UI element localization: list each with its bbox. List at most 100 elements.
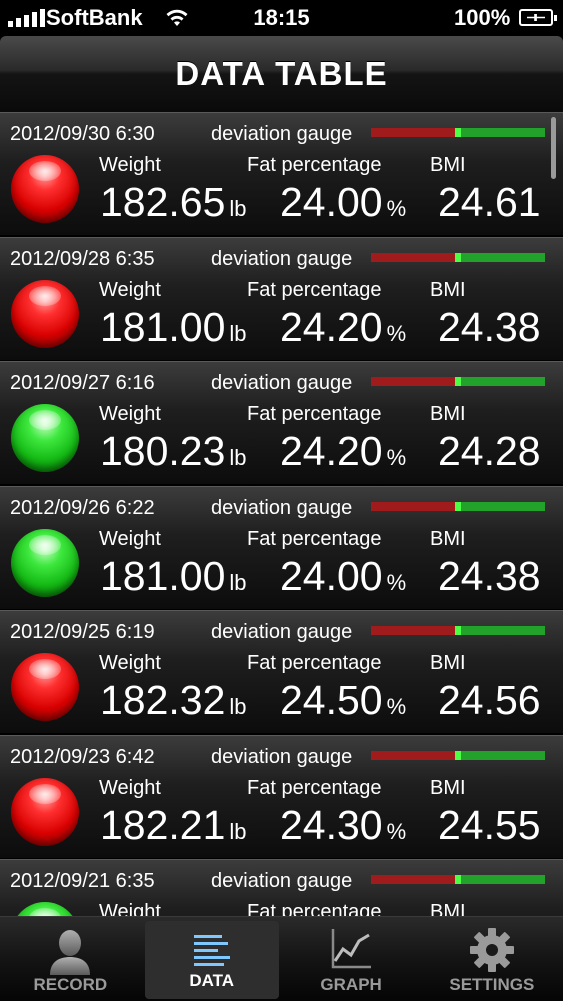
fat-unit: % — [386, 320, 407, 346]
status-indicator-green — [11, 902, 79, 916]
weight-unit: lb — [229, 196, 247, 221]
record-date: 2012/09/21 6:35 — [10, 870, 155, 892]
record-date: 2012/09/27 6:16 — [10, 372, 155, 394]
record-date: 2012/09/28 6:35 — [10, 247, 155, 270]
gear-icon — [469, 928, 514, 972]
navigation-bar: DATA TABLE — [0, 36, 563, 113]
deviation-gauge-label: deviation gauge — [211, 123, 353, 145]
fat-unit: % — [386, 445, 407, 470]
record-row[interactable]: 2012/09/25 6:19 deviation gauge Weight F… — [0, 610, 563, 733]
record-row[interactable]: 2012/09/30 6:30 deviation gauge Weight F… — [0, 112, 563, 235]
deviation-gauge-label: deviation gauge — [211, 496, 353, 519]
status-bar: SoftBank 18:15 100% — [0, 0, 563, 36]
deviation-gauge-label: deviation gauge — [211, 372, 353, 394]
fat-percentage-value: 24.00% — [280, 552, 407, 599]
fat-percentage-label: Fat percentage — [247, 652, 382, 674]
record-row[interactable]: 2012/09/27 6:16 deviation gauge Weight F… — [0, 361, 563, 484]
bmi-label: BMI — [430, 278, 466, 301]
fat-percentage-label: Fat percentage — [247, 154, 382, 176]
weight-unit: lb — [229, 320, 247, 346]
bmi-label: BMI — [430, 403, 466, 425]
bmi-value: 24.38 — [438, 303, 541, 350]
person-icon — [50, 930, 91, 975]
tab-data[interactable]: DATA — [144, 921, 279, 999]
battery-percentage: 100% — [454, 5, 511, 30]
weight-unit: lb — [229, 818, 247, 844]
deviation-gauge — [371, 750, 545, 760]
fat-percentage-label: Fat percentage — [247, 278, 382, 301]
deviation-gauge — [371, 377, 545, 386]
fat-unit: % — [386, 569, 407, 595]
weight-value: 182.65 lb — [100, 179, 247, 225]
record-date: 2012/09/25 6:19 — [10, 621, 155, 643]
weight-label: Weight — [99, 652, 161, 674]
status-indicator-red — [11, 777, 79, 846]
fat-percentage-label: Fat percentage — [247, 403, 382, 425]
fat-percentage-label: Fat percentage — [247, 776, 382, 799]
status-indicator-red — [11, 653, 79, 721]
fat-percentage-value: 24.20% — [280, 428, 407, 474]
weight-label: Weight — [99, 776, 161, 799]
weight-value: 182.32 lb — [100, 677, 247, 723]
battery-charging-icon — [519, 9, 557, 26]
record-row[interactable]: 2012/09/21 6:35 deviation gauge Weight F… — [0, 859, 563, 916]
bmi-label: BMI — [430, 776, 466, 799]
weight-value: 181.00 lb — [100, 303, 247, 350]
bmi-label: BMI — [430, 901, 466, 916]
status-indicator-green — [11, 528, 79, 597]
fat-percentage-value: 24.00% — [280, 179, 407, 225]
fat-unit: % — [386, 196, 407, 221]
bmi-label: BMI — [430, 154, 466, 176]
deviation-gauge — [371, 128, 545, 137]
bmi-value: 24.56 — [438, 677, 541, 723]
weight-unit: lb — [229, 569, 247, 595]
fat-percentage-value: 24.50% — [280, 677, 407, 723]
tab-settings[interactable]: SETTINGS — [422, 917, 563, 1001]
bmi-value: 24.61 — [438, 179, 541, 225]
bmi-value: 24.55 — [438, 801, 541, 848]
bmi-value: 24.28 — [438, 428, 541, 474]
weight-value: 181.00 lb — [100, 552, 247, 599]
status-indicator-red — [11, 155, 79, 223]
fat-unit: % — [386, 818, 407, 844]
record-row[interactable]: 2012/09/26 6:22 deviation gauge Weight F… — [0, 485, 563, 609]
tab-graph[interactable]: GRAPH — [281, 917, 422, 1001]
page-title: DATA TABLE — [175, 55, 388, 92]
tab-data-label: DATA — [189, 971, 235, 990]
deviation-gauge-label: deviation gauge — [211, 621, 353, 643]
tab-record[interactable]: RECORD — [0, 917, 141, 1001]
record-date: 2012/09/30 6:30 — [10, 123, 155, 145]
tab-graph-label: GRAPH — [320, 975, 382, 994]
record-row[interactable]: 2012/09/23 6:42 deviation gauge Weight F… — [0, 734, 563, 858]
deviation-gauge — [371, 626, 545, 635]
status-indicator-green — [11, 404, 79, 472]
fat-percentage-label: Fat percentage — [247, 527, 382, 550]
weight-unit: lb — [229, 445, 247, 470]
deviation-gauge — [371, 252, 545, 262]
weight-label: Weight — [99, 403, 161, 425]
deviation-gauge — [371, 875, 545, 884]
deviation-gauge-label: deviation gauge — [211, 870, 353, 892]
weight-value: 180.23 lb — [100, 428, 247, 474]
weight-unit: lb — [229, 694, 247, 719]
fat-percentage-value: 24.20% — [280, 303, 407, 350]
line-graph-icon — [331, 929, 372, 969]
deviation-gauge-label: deviation gauge — [211, 745, 353, 768]
bmi-label: BMI — [430, 652, 466, 674]
record-date: 2012/09/26 6:22 — [10, 496, 155, 519]
deviation-gauge — [371, 501, 545, 511]
tab-record-label: RECORD — [33, 975, 108, 994]
fat-percentage-label: Fat percentage — [247, 901, 382, 916]
record-date: 2012/09/23 6:42 — [10, 745, 155, 768]
weight-label: Weight — [99, 901, 161, 916]
bmi-label: BMI — [430, 527, 466, 550]
fat-unit: % — [386, 694, 407, 719]
record-row[interactable]: 2012/09/28 6:35 deviation gauge Weight F… — [0, 236, 563, 360]
weight-label: Weight — [99, 278, 161, 301]
scroll-indicator — [551, 117, 556, 179]
fat-percentage-value: 24.30% — [280, 801, 407, 848]
weight-label: Weight — [99, 154, 161, 176]
data-table-list[interactable]: 2012/09/30 6:30 deviation gauge Weight F… — [0, 112, 563, 916]
bmi-value: 24.38 — [438, 552, 541, 599]
list-icon — [193, 935, 230, 966]
